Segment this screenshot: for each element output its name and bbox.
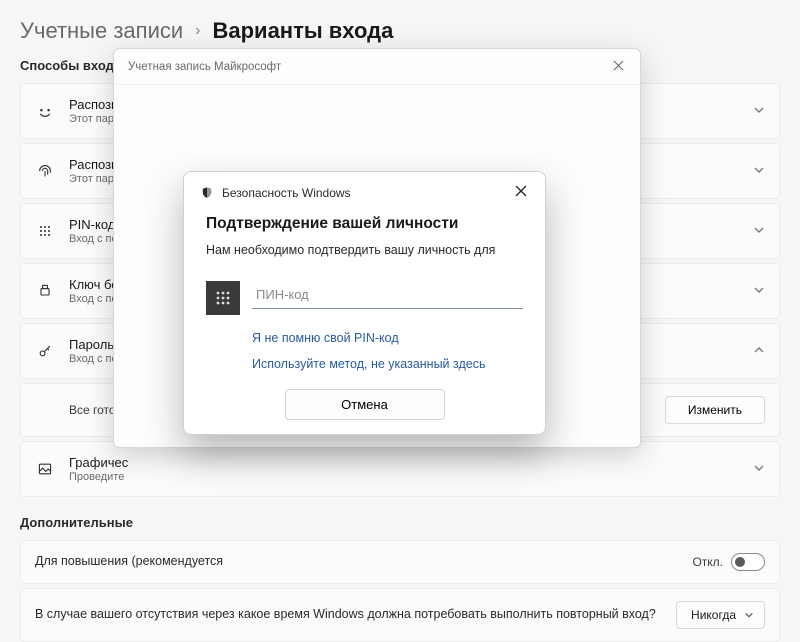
setting-label: Для повышения (рекомендуется	[35, 553, 678, 571]
shield-icon	[200, 186, 214, 200]
keypad-icon	[35, 221, 55, 241]
option-title: Графичес	[69, 455, 739, 470]
fingerprint-icon	[35, 161, 55, 181]
usb-key-icon	[35, 281, 55, 301]
chevron-down-icon	[753, 224, 765, 239]
dialog-title: Учетная запись Майкрософт	[128, 61, 607, 73]
windows-security-dialog: Безопасность Windows Подтверждение вашей…	[183, 171, 546, 435]
page-title: Варианты входа	[212, 18, 393, 44]
chevron-right-icon: ›	[195, 22, 200, 40]
reauth-select[interactable]: Никогда	[676, 601, 765, 629]
chevron-down-icon	[753, 164, 765, 179]
section-title-additional: Дополнительные	[0, 511, 800, 540]
breadcrumb: Учетные записи › Варианты входа	[0, 0, 800, 54]
chevron-down-icon	[753, 284, 765, 299]
chevron-up-icon	[753, 344, 765, 359]
key-icon	[35, 341, 55, 361]
signin-option-picture-password[interactable]: Графичес Проведите	[20, 441, 780, 497]
change-password-button[interactable]: Изменить	[665, 396, 765, 424]
chevron-down-icon	[744, 610, 754, 620]
chevron-down-icon	[753, 104, 765, 119]
chevron-down-icon	[753, 462, 765, 477]
setting-reauth-timeout: В случае вашего отсутствия через какое в…	[20, 588, 780, 642]
toggle-state-label: Откл.	[692, 555, 723, 569]
other-method-link[interactable]: Используйте метод, не указанный здесь	[252, 357, 523, 371]
pin-input[interactable]	[252, 281, 523, 309]
keypad-icon	[206, 281, 240, 315]
face-icon	[35, 101, 55, 121]
breadcrumb-parent[interactable]: Учетные записи	[20, 18, 183, 44]
cancel-button[interactable]: Отмена	[285, 389, 445, 420]
dialog-heading: Подтверждение вашей личности	[206, 215, 523, 233]
close-button[interactable]	[509, 182, 533, 203]
dialog-title: Безопасность Windows	[222, 186, 501, 200]
close-button[interactable]	[607, 57, 630, 76]
option-desc: Проведите	[69, 471, 739, 483]
picture-icon	[35, 459, 55, 479]
dialog-message: Нам необходимо подтвердить вашу личность…	[206, 243, 523, 257]
setting-label: В случае вашего отсутствия через какое в…	[35, 606, 662, 624]
hello-only-toggle[interactable]	[731, 553, 765, 571]
forgot-pin-link[interactable]: Я не помню свой PIN-код	[252, 331, 523, 345]
setting-hello-only: Для повышения (рекомендуется Откл.	[20, 540, 780, 584]
select-value: Никогда	[691, 608, 736, 622]
